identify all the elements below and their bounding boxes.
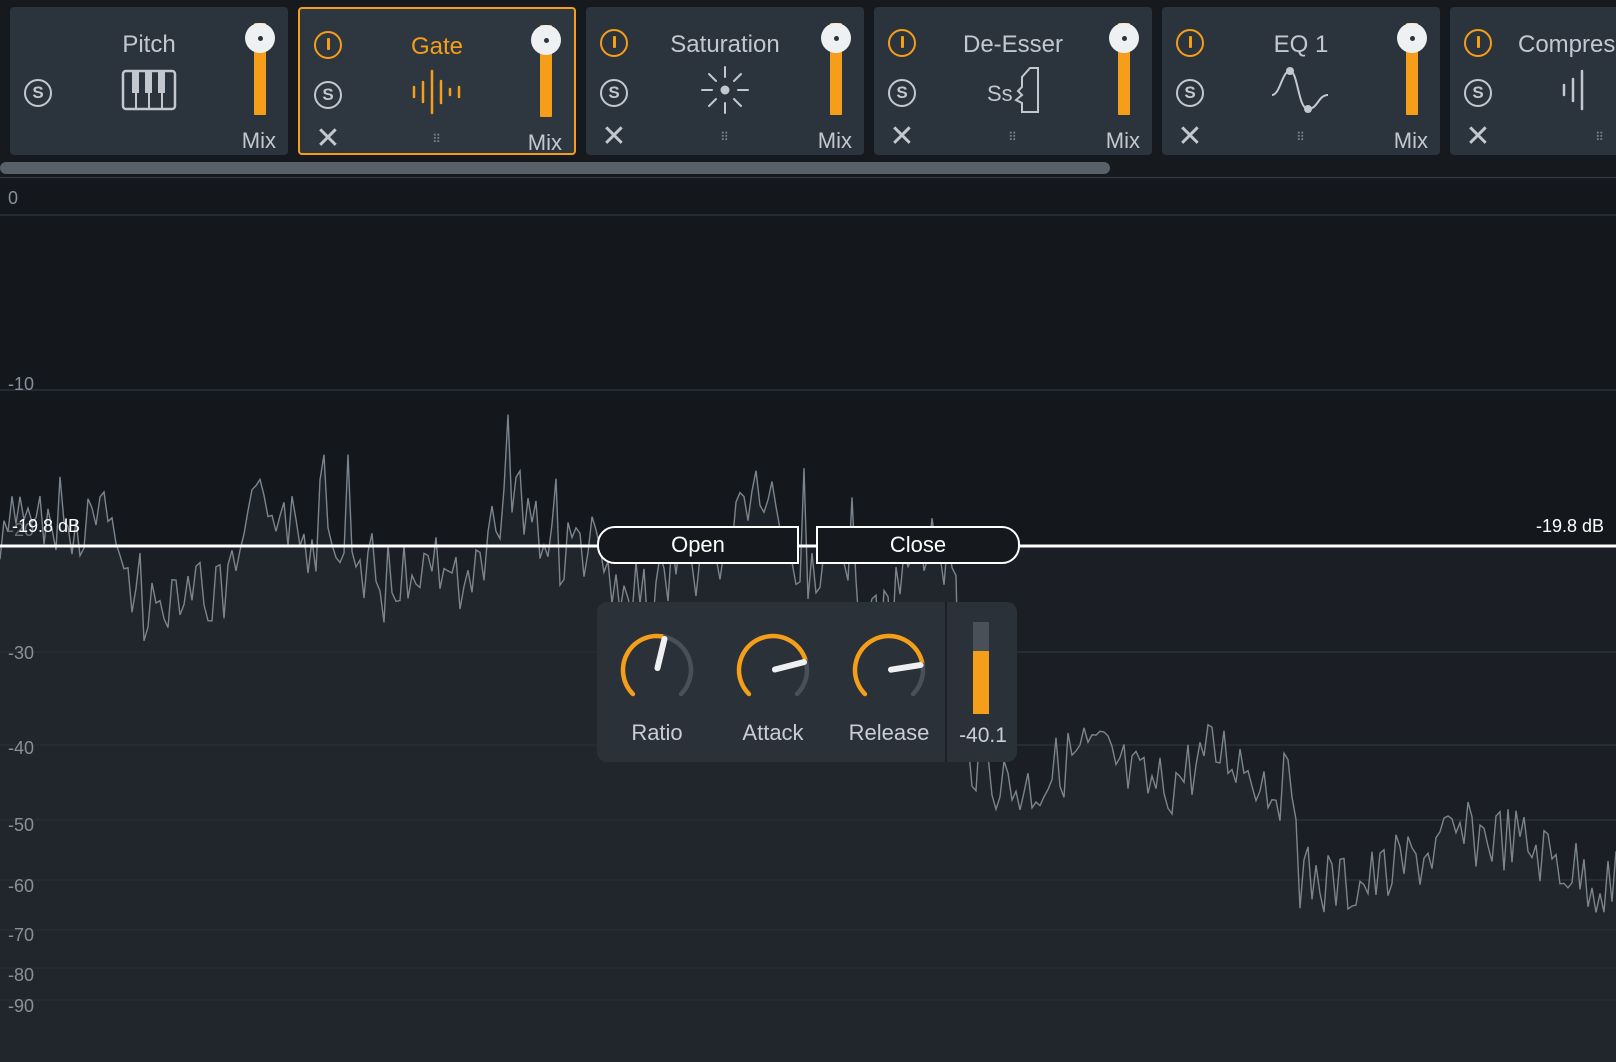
module-de-esser[interactable]: De-Esser S ✕ Ss ⠿ Mix: [874, 7, 1152, 155]
solo-button[interactable]: S: [24, 79, 52, 107]
mix-slider[interactable]: [245, 23, 275, 115]
svg-text:Ss: Ss: [987, 81, 1013, 106]
drag-handle-icon[interactable]: ⠿: [714, 131, 736, 146]
drag-handle-icon[interactable]: ⠿: [1002, 131, 1024, 146]
remove-module-button[interactable]: ✕: [1176, 122, 1204, 152]
threshold-value-left: -19.8 dB: [12, 516, 81, 536]
drag-handle-icon[interactable]: ⠿: [426, 133, 448, 148]
mix-label: Mix: [527, 130, 562, 155]
threshold-value-right: -19.8 dB: [1535, 516, 1604, 536]
y-axis-label: -90: [8, 996, 35, 1016]
module-title: Compres: [1518, 31, 1616, 58]
y-axis-label: -10: [8, 374, 35, 394]
mix-slider-handle[interactable]: [1397, 23, 1427, 53]
remove-module-button[interactable]: ✕: [888, 122, 916, 152]
eq-icon: [1271, 67, 1329, 113]
mix-slider[interactable]: [821, 23, 851, 115]
y-axis-label: -50: [8, 815, 35, 835]
y-axis-label: 0: [8, 188, 19, 208]
mix-label: Mix: [241, 128, 276, 153]
y-axis-label: -60: [8, 876, 35, 896]
module-compressor[interactable]: Compres S ✕ ⠿: [1450, 7, 1616, 155]
solo-button[interactable]: S: [314, 81, 342, 109]
horizontal-scrollbar[interactable]: [0, 162, 1110, 174]
module-gate[interactable]: Gate S ✕ ⠿ Mix: [298, 7, 576, 155]
mix-label: Mix: [1105, 128, 1140, 153]
mix-label: Mix: [1393, 128, 1428, 153]
gate-icon: [412, 69, 461, 115]
power-icon[interactable]: [888, 29, 916, 57]
compressor-icon: [1562, 69, 1584, 111]
mix-slider[interactable]: [1109, 23, 1139, 115]
release-knob[interactable]: [849, 630, 929, 710]
y-axis-label: -30: [8, 643, 35, 663]
meter-value: -40.1: [959, 724, 1007, 747]
power-icon[interactable]: [1464, 29, 1492, 57]
mix-slider-handle[interactable]: [1109, 23, 1139, 53]
module-saturation[interactable]: Saturation S ✕ ⠿ Mix: [586, 7, 864, 155]
open-threshold-handle[interactable]: Open: [597, 526, 799, 564]
remove-module-button[interactable]: ✕: [1464, 122, 1492, 152]
ratio-label: Ratio: [631, 720, 683, 745]
power-icon[interactable]: [1176, 29, 1204, 57]
drag-handle-icon[interactable]: ⠿: [1589, 131, 1611, 146]
power-icon[interactable]: [600, 29, 628, 57]
close-threshold-handle[interactable]: Close: [816, 526, 1020, 564]
solo-button[interactable]: S: [1464, 79, 1492, 107]
release-label: Release: [848, 720, 930, 745]
mix-slider-handle[interactable]: [821, 23, 851, 53]
remove-module-button[interactable]: ✕: [314, 124, 342, 154]
mix-slider-handle[interactable]: [531, 25, 561, 55]
release-knob-group[interactable]: Release: [841, 630, 937, 750]
de-esser-icon: Ss: [987, 67, 1039, 113]
y-axis-label: -80: [8, 965, 35, 985]
solo-button[interactable]: S: [600, 79, 628, 107]
knob-pointer: [654, 635, 668, 672]
ratio-knob-group[interactable]: Ratio: [609, 630, 705, 750]
ratio-knob[interactable]: [617, 630, 697, 710]
mix-slider[interactable]: [531, 25, 561, 117]
remove-module-button[interactable]: ✕: [600, 122, 628, 152]
mix-slider-handle[interactable]: [245, 23, 275, 53]
mix-label: Mix: [817, 128, 852, 153]
y-axis-label: -70: [8, 925, 35, 945]
power-icon[interactable]: [314, 31, 342, 59]
knob-pointer: [887, 661, 924, 673]
y-axis-label: -40: [8, 738, 35, 758]
gate-parameter-panel: Ratio Attack Release -40.1: [597, 602, 1017, 762]
attack-knob[interactable]: [733, 630, 813, 710]
module-eq-1[interactable]: EQ 1 S ✕ ⠿ Mix: [1162, 7, 1440, 155]
mix-slider[interactable]: [1397, 23, 1427, 115]
drag-handle-icon[interactable]: ⠿: [1290, 131, 1312, 146]
solo-button[interactable]: S: [888, 79, 916, 107]
solo-button[interactable]: S: [1176, 79, 1204, 107]
piano-icon: [121, 69, 177, 111]
module-strip: Pitch S Mix Gate S ✕ ⠿ Mix Saturation S …: [0, 0, 1616, 180]
panel-divider: [945, 602, 947, 762]
gain-reduction-meter-fill: [973, 651, 989, 714]
module-pitch[interactable]: Pitch S Mix: [10, 7, 288, 155]
attack-knob-group[interactable]: Attack: [725, 630, 821, 750]
saturation-icon: [701, 66, 749, 114]
knob-pointer: [771, 659, 807, 673]
attack-label: Attack: [742, 720, 804, 745]
